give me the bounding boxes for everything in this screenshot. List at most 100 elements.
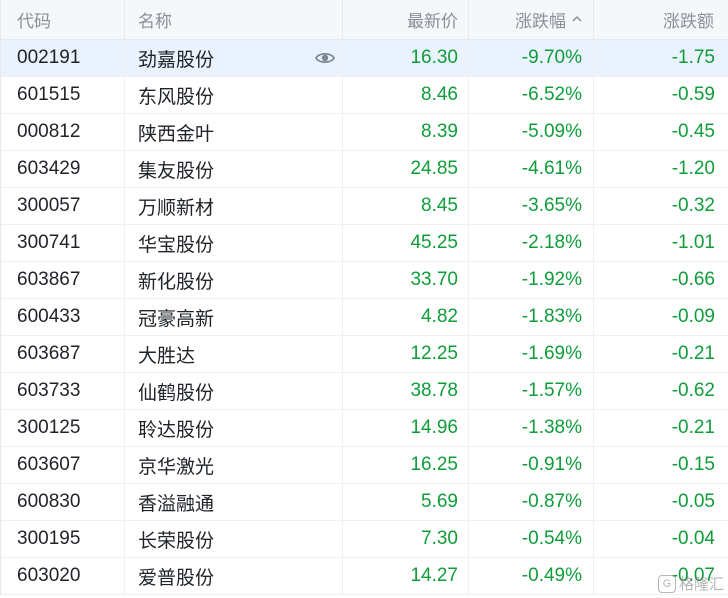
cell-price-text: 14.96 xyxy=(410,417,458,438)
cell-chg: -0.21 xyxy=(594,336,728,372)
cell-pct-text: -0.49% xyxy=(521,565,582,586)
table-row[interactable]: 603429 集友股份 24.85 -4.61% -1.20 xyxy=(1,151,728,188)
cell-price: 45.25 xyxy=(343,225,469,261)
cell-code: 603867 xyxy=(1,262,125,298)
caret-up-icon[interactable] xyxy=(572,14,582,24)
cell-price-text: 24.85 xyxy=(410,158,458,179)
cell-pct: -3.65% xyxy=(469,188,594,224)
cell-name-text: 京华激光 xyxy=(138,456,215,478)
cell-chg: -0.59 xyxy=(594,77,728,113)
stock-table: 代码 名称 最新价 涨跌幅 涨跌额 002191 劲嘉股份 16.30 -9.70% -… xyxy=(0,0,728,595)
eye-icon[interactable] xyxy=(314,47,336,69)
cell-chg: -1.20 xyxy=(594,151,728,187)
cell-code-text: 002191 xyxy=(17,47,81,68)
table-row[interactable]: 300125 聆达股份 14.96 -1.38% -0.21 xyxy=(1,410,728,447)
cell-pct-text: -9.70% xyxy=(521,47,582,68)
cell-pct-text: -6.52% xyxy=(521,84,582,105)
cell-name: 冠豪高新 xyxy=(125,299,343,335)
cell-chg-text: -0.21 xyxy=(671,417,715,438)
cell-pct: -1.69% xyxy=(469,336,594,372)
column-header-chg-label: 涨跌额 xyxy=(663,12,714,31)
cell-code-text: 603429 xyxy=(17,158,81,179)
cell-pct: -0.54% xyxy=(469,521,594,557)
cell-name: 京华激光 xyxy=(125,447,343,483)
column-header-price[interactable]: 最新价 xyxy=(343,0,469,39)
cell-chg-text: -0.62 xyxy=(671,380,715,401)
cell-code: 600433 xyxy=(1,299,125,335)
cell-name: 集友股份 xyxy=(125,151,343,187)
cell-chg: -0.04 xyxy=(594,521,728,557)
cell-price: 12.25 xyxy=(343,336,469,372)
cell-code: 603607 xyxy=(1,447,125,483)
cell-price-text: 8.39 xyxy=(421,121,458,142)
column-header-code[interactable]: 代码 xyxy=(1,0,125,39)
cell-price-text: 8.45 xyxy=(421,195,458,216)
cell-chg: -0.32 xyxy=(594,188,728,224)
cell-code: 603429 xyxy=(1,151,125,187)
cell-code-text: 600433 xyxy=(17,306,81,327)
cell-pct-text: -2.18% xyxy=(521,232,582,253)
cell-pct: -6.52% xyxy=(469,77,594,113)
table-row[interactable]: 300195 长荣股份 7.30 -0.54% -0.04 xyxy=(1,521,728,558)
cell-price: 38.78 xyxy=(343,373,469,409)
cell-name: 陕西金叶 xyxy=(125,114,343,150)
table-row[interactable]: 603020 爱普股份 14.27 -0.49% -0.07 xyxy=(1,558,728,595)
cell-chg: -0.62 xyxy=(594,373,728,409)
cell-chg-text: -0.04 xyxy=(671,528,715,549)
cell-pct: -0.87% xyxy=(469,484,594,520)
cell-pct-text: -1.69% xyxy=(521,343,582,364)
cell-code: 300741 xyxy=(1,225,125,261)
column-header-chg[interactable]: 涨跌额 xyxy=(594,0,728,39)
table-row[interactable]: 300057 万顺新材 8.45 -3.65% -0.32 xyxy=(1,188,728,225)
cell-code-text: 300057 xyxy=(17,195,81,216)
cell-code: 000812 xyxy=(1,114,125,150)
cell-pct-text: -1.92% xyxy=(521,269,582,290)
cell-code-text: 603733 xyxy=(17,380,81,401)
cell-name: 东风股份 xyxy=(125,77,343,113)
cell-name-text: 集友股份 xyxy=(138,160,215,182)
cell-name: 劲嘉股份 xyxy=(125,40,343,76)
cell-pct-text: -1.83% xyxy=(521,306,582,327)
table-row[interactable]: 603607 京华激光 16.25 -0.91% -0.15 xyxy=(1,447,728,484)
column-header-name[interactable]: 名称 xyxy=(125,0,343,39)
table-row[interactable]: 002191 劲嘉股份 16.30 -9.70% -1.75 xyxy=(1,40,728,77)
table-row[interactable]: 600433 冠豪高新 4.82 -1.83% -0.09 xyxy=(1,299,728,336)
cell-name-text: 东风股份 xyxy=(138,86,215,108)
table-row[interactable]: 600830 香溢融通 5.69 -0.87% -0.05 xyxy=(1,484,728,521)
table-row[interactable]: 601515 东风股份 8.46 -6.52% -0.59 xyxy=(1,77,728,114)
cell-price-text: 7.30 xyxy=(421,528,458,549)
cell-chg: -0.15 xyxy=(594,447,728,483)
cell-price: 8.46 xyxy=(343,77,469,113)
cell-price-text: 16.30 xyxy=(410,47,458,68)
cell-pct-text: -0.87% xyxy=(521,491,582,512)
cell-price: 33.70 xyxy=(343,262,469,298)
cell-chg-text: -0.09 xyxy=(671,306,715,327)
cell-pct-text: -5.09% xyxy=(521,121,582,142)
cell-code: 603733 xyxy=(1,373,125,409)
cell-code-text: 000812 xyxy=(17,121,81,142)
table-row[interactable]: 603867 新化股份 33.70 -1.92% -0.66 xyxy=(1,262,728,299)
table-row[interactable]: 603687 大胜达 12.25 -1.69% -0.21 xyxy=(1,336,728,373)
cell-pct-text: -0.54% xyxy=(521,528,582,549)
cell-price: 8.45 xyxy=(343,188,469,224)
table-row[interactable]: 000812 陕西金叶 8.39 -5.09% -0.45 xyxy=(1,114,728,151)
table-row[interactable]: 300741 华宝股份 45.25 -2.18% -1.01 xyxy=(1,225,728,262)
cell-chg-text: -0.66 xyxy=(671,269,715,290)
cell-pct: -0.49% xyxy=(469,558,594,594)
cell-name-text: 陕西金叶 xyxy=(138,123,215,145)
cell-chg: -0.66 xyxy=(594,262,728,298)
cell-name: 爱普股份 xyxy=(125,558,343,594)
cell-name: 聆达股份 xyxy=(125,410,343,446)
cell-code: 601515 xyxy=(1,77,125,113)
watermark-text: 格隆汇 xyxy=(678,576,724,593)
cell-chg-text: -0.45 xyxy=(671,121,715,142)
column-header-pct[interactable]: 涨跌幅 xyxy=(469,0,594,39)
table-row[interactable]: 603733 仙鹤股份 38.78 -1.57% -0.62 xyxy=(1,373,728,410)
column-header-price-label: 最新价 xyxy=(407,12,458,31)
cell-code-text: 300741 xyxy=(17,232,81,253)
cell-pct: -9.70% xyxy=(469,40,594,76)
cell-pct: -2.18% xyxy=(469,225,594,261)
cell-pct: -4.61% xyxy=(469,151,594,187)
watermark-logo: G xyxy=(657,574,676,593)
cell-pct: -1.92% xyxy=(469,262,594,298)
